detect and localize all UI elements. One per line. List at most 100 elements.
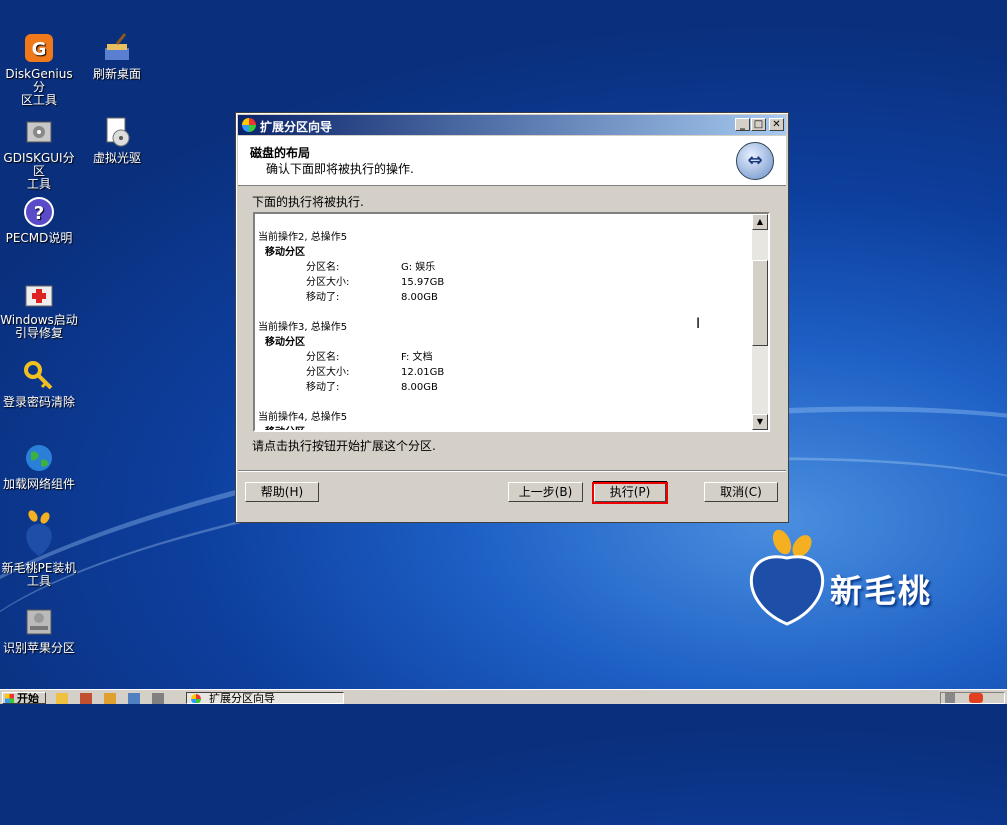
intro-text: 下面的执行将被执行. xyxy=(252,195,364,209)
system-tray xyxy=(940,692,1005,704)
desktop-icon-label: 新毛桃PE装机 工具 xyxy=(1,561,77,588)
field-value: 12.01GB xyxy=(401,367,445,378)
operation-header: 当前操作3, 总操作5 xyxy=(258,322,348,333)
desktop-icon-label: 识别苹果分区 xyxy=(2,641,75,655)
task-label: 扩展分区向导 xyxy=(209,692,275,704)
taskbar-item-extend-partition[interactable]: 扩展分区向导 xyxy=(186,692,344,704)
operation-list: 当前操作2, 总操作5 移动分区 分区名: G: 娱乐 分区大小: 15.97GB 移动了:… xyxy=(258,230,753,430)
desktop-icon-label: 虚拟光驱 xyxy=(92,151,141,165)
scroll-up-button[interactable]: ▲ xyxy=(752,214,768,230)
field-key: 分区名: xyxy=(306,352,340,363)
desktop-icon-label: GDISKGUI分区 工具 xyxy=(3,151,75,191)
tray-network-icon[interactable] xyxy=(945,693,955,703)
desktop-icon-label: DiskGenius分 区工具 xyxy=(5,67,73,107)
text-cursor-icon: I xyxy=(696,316,701,332)
tray-input-method-icon[interactable] xyxy=(969,693,983,703)
desktop-icon-label: 刷新桌面 xyxy=(92,67,141,81)
extend-partition-dialog: 扩展分区向导 _ □ ✕ 磁盘的布局 确认下面即将被执行的操作. ⇔ 下面的执行… xyxy=(235,112,789,523)
desktop-icon-virtual-drive[interactable]: 虚拟光驱 xyxy=(78,116,156,165)
diskgenius-icon: G xyxy=(23,32,55,64)
operation-group: 当前操作3, 总操作5 移动分区 分区名: F: 文档分区大小: 12.01GB 移动了:… xyxy=(258,320,753,395)
peach-logo-icon xyxy=(749,529,825,626)
operation-field: 移动了: 8.00GB xyxy=(258,380,753,395)
header-title: 磁盘的布局 xyxy=(250,146,311,160)
desktop-icon-label: Windows启动 引导修复 xyxy=(0,313,78,340)
quicklaunch-tool-icon[interactable] xyxy=(80,693,92,704)
brush-icon xyxy=(101,32,133,64)
desktop-icon-label: 加载网络组件 xyxy=(2,477,75,491)
start-button[interactable]: 开始 xyxy=(2,692,46,704)
desktop-icon-apple-partition[interactable]: 识别苹果分区 xyxy=(0,606,78,655)
hard-drive-icon xyxy=(23,606,55,638)
operation-field: 移动了: 8.00GB xyxy=(258,290,753,305)
disk-tool-icon xyxy=(23,116,55,148)
field-key: 分区名: xyxy=(306,262,340,273)
desktop-icon-diskgenius[interactable]: G DiskGenius分 区工具 xyxy=(0,32,78,107)
svg-text:G: G xyxy=(32,39,47,60)
operation-log[interactable]: 当前操作2, 总操作5 移动分区 分区名: G: 娱乐 分区大小: 15.97GB 移动了:… xyxy=(253,212,770,432)
field-value: 8.00GB xyxy=(401,292,438,303)
dialog-titlebar[interactable]: 扩展分区向导 _ □ ✕ xyxy=(238,115,786,135)
desktop-icon-gdiskgui[interactable]: GDISKGUI分区 工具 xyxy=(0,116,78,191)
maximize-button[interactable]: □ xyxy=(751,118,766,131)
desktop-icon-password-clear[interactable]: 登录密码清除 xyxy=(0,360,78,409)
field-key: 移动了: xyxy=(306,292,340,303)
peach-icon xyxy=(19,510,59,558)
operation-header: 当前操作2, 总操作5 xyxy=(258,232,348,243)
field-value: 15.97GB xyxy=(401,277,445,288)
field-key: 分区大小: xyxy=(306,277,350,288)
field-value: F: 文档 xyxy=(401,352,433,363)
brand-logo: 新毛桃 xyxy=(742,528,972,628)
field-value: 8.00GB xyxy=(401,382,438,393)
desktop-icon-label: PECMD说明 xyxy=(5,231,73,245)
minimize-button[interactable]: _ xyxy=(735,118,750,131)
desktop-icon-pe-installer[interactable]: 新毛桃PE装机 工具 xyxy=(0,510,78,588)
scroll-down-button[interactable]: ▼ xyxy=(752,414,768,430)
operation-group: 当前操作2, 总操作5 移动分区 分区名: G: 娱乐分区大小: 15.97GB 移动了:… xyxy=(258,230,753,305)
operation-action: 移动分区 xyxy=(265,337,305,348)
operation-field: 分区名: F: 文档 xyxy=(258,350,753,365)
desktop-icon-boot-repair[interactable]: Windows启动 引导修复 xyxy=(0,278,78,340)
field-key: 移动了: xyxy=(306,382,340,393)
taskbar: 开始 扩展分区向导 xyxy=(0,689,1007,704)
quicklaunch-explorer-icon[interactable] xyxy=(104,693,116,704)
operation-action: 移动分区 xyxy=(265,247,305,258)
operation-field: 分区大小: 15.97GB xyxy=(258,275,753,290)
vertical-scrollbar[interactable]: ▲ ▼ xyxy=(752,214,768,430)
operation-action: 移动分区 xyxy=(258,425,753,430)
help-button[interactable]: 帮助(H) xyxy=(245,482,319,502)
operation-field: 分区名: G: 娱乐 xyxy=(258,260,753,275)
virtual-cd-icon xyxy=(101,116,133,148)
separator xyxy=(238,470,786,472)
back-button[interactable]: 上一步(B) xyxy=(508,482,583,502)
cancel-button[interactable]: 取消(C) xyxy=(704,482,778,502)
quicklaunch-misc-icon[interactable] xyxy=(152,693,164,704)
quicklaunch-app-icon[interactable] xyxy=(128,693,140,704)
desktop-icon-label: 登录密码清除 xyxy=(2,395,75,409)
svg-text:?: ? xyxy=(34,203,44,224)
first-aid-box-icon xyxy=(23,278,55,310)
operation-group: 当前操作4, 总操作5 移动分区 xyxy=(258,410,753,430)
header-subtitle: 确认下面即将被执行的操作. xyxy=(266,162,414,176)
dialog-header: 磁盘的布局 确认下面即将被执行的操作. ⇔ xyxy=(238,136,786,186)
start-label: 开始 xyxy=(17,692,39,704)
key-icon xyxy=(23,360,55,392)
help-icon: ? xyxy=(23,196,55,228)
app-icon xyxy=(242,118,256,132)
field-value: G: 娱乐 xyxy=(401,262,436,273)
brand-text: 新毛桃 xyxy=(830,572,933,610)
windows-flag-icon xyxy=(5,694,14,703)
execute-button[interactable]: 执行(P) xyxy=(593,481,667,503)
close-button[interactable]: ✕ xyxy=(769,118,784,131)
desktop-icon-network[interactable]: 加载网络组件 xyxy=(0,442,78,491)
hint-text: 请点击执行按钮开始扩展这个分区. xyxy=(252,439,436,453)
field-key: 分区大小: xyxy=(306,367,350,378)
scroll-thumb[interactable] xyxy=(752,260,768,346)
resize-arrows-icon: ⇔ xyxy=(736,142,774,180)
dialog-title: 扩展分区向导 xyxy=(260,120,333,134)
operation-header: 当前操作4, 总操作5 xyxy=(258,412,348,423)
globe-icon xyxy=(23,442,55,474)
desktop-icon-refresh[interactable]: 刷新桌面 xyxy=(78,32,156,81)
quicklaunch-folder-icon[interactable] xyxy=(56,693,68,704)
desktop-icon-pecmd[interactable]: ? PECMD说明 xyxy=(0,196,78,245)
